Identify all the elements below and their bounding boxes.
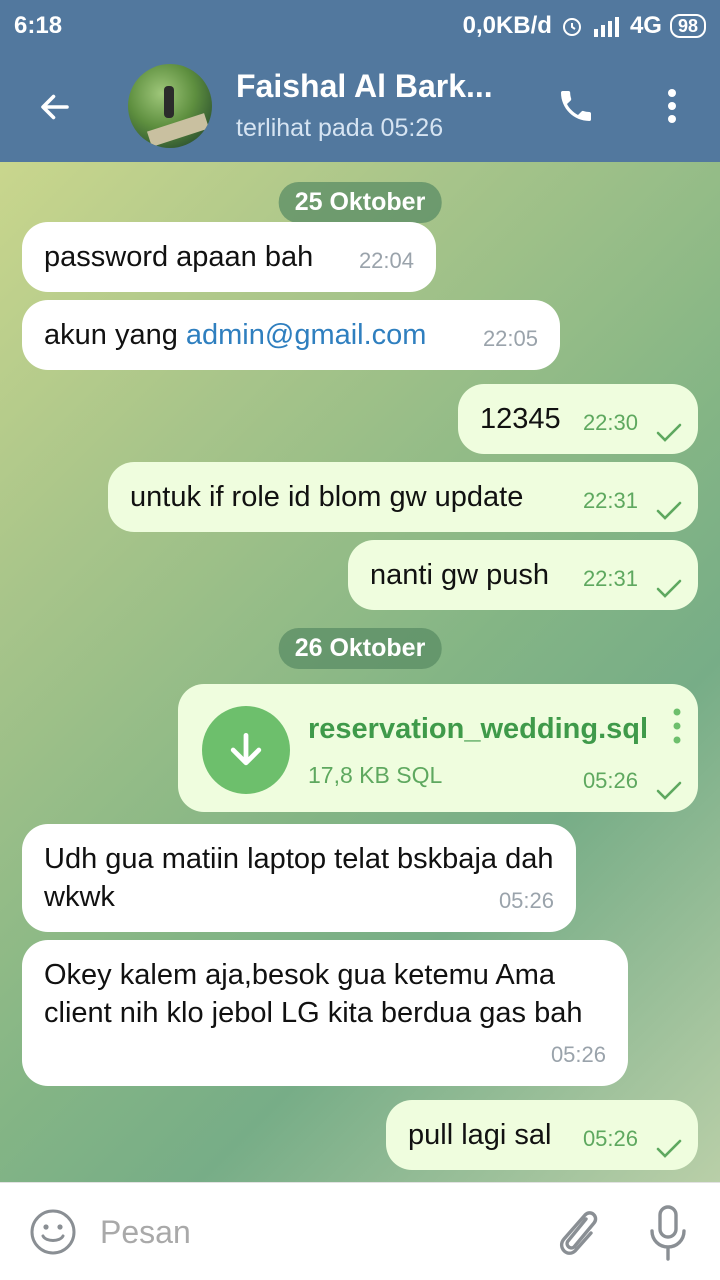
message-time: 22:05 bbox=[482, 326, 538, 351]
sent-check-icon bbox=[656, 579, 682, 598]
message-text: password apaan bah bbox=[44, 241, 314, 273]
message-time: 05:26 bbox=[498, 888, 554, 913]
message-time: 05:26 bbox=[550, 1042, 606, 1067]
chat-header: Faishal Al Bark... terlihat pada 05:26 bbox=[0, 50, 720, 162]
message-bubble-incoming[interactable]: Udh gua matiin laptop telat bskbaja dah … bbox=[22, 824, 576, 932]
message-bubble-outgoing[interactable]: 12345 22:30 bbox=[458, 384, 698, 454]
message-text: nanti gw push bbox=[370, 559, 549, 591]
avatar-person-shape bbox=[164, 86, 174, 118]
data-rate: 0,0KB/d bbox=[462, 12, 552, 39]
contact-avatar[interactable] bbox=[128, 64, 212, 148]
message-bubble-outgoing[interactable]: pull lagi sal 05:26 bbox=[386, 1100, 698, 1170]
emoji-icon[interactable] bbox=[28, 1207, 78, 1257]
message-time: 22:31 bbox=[582, 488, 638, 513]
message-text: Okey kalem aja,besok gua ketemu Ama clie… bbox=[44, 959, 583, 1029]
microphone-icon[interactable] bbox=[646, 1203, 690, 1263]
message-time: 22:31 bbox=[582, 566, 638, 591]
alarm-icon bbox=[562, 18, 581, 36]
message-bubble-outgoing[interactable]: untuk if role id blom gw update 22:31 bbox=[108, 462, 698, 532]
file-name: reservation_wedding.sql bbox=[308, 713, 649, 745]
message-bubble-outgoing[interactable]: nanti gw push 22:31 bbox=[348, 540, 698, 610]
status-indicators: 0,0KB/d 4G 98 bbox=[463, 12, 706, 40]
sent-check-icon bbox=[656, 1139, 682, 1158]
message-text: akun yang bbox=[44, 319, 186, 351]
file-menu-icon[interactable] bbox=[672, 708, 682, 744]
more-options-button[interactable] bbox=[652, 80, 692, 132]
signal-icon bbox=[593, 17, 619, 37]
call-button[interactable] bbox=[550, 80, 602, 132]
network-type: 4G bbox=[629, 12, 662, 39]
email-link[interactable]: admin@gmail.com bbox=[186, 319, 427, 351]
back-arrow-icon bbox=[41, 94, 69, 120]
date-separator: 25 Oktober bbox=[278, 182, 442, 223]
battery-indicator: 98 bbox=[669, 14, 706, 38]
contact-name[interactable]: Faishal Al Bark... bbox=[236, 68, 526, 105]
avatar-path-shape bbox=[146, 113, 210, 147]
message-text: Udh gua matiin laptop telat bskbaja dah … bbox=[44, 843, 554, 913]
download-arrow-icon bbox=[230, 732, 262, 766]
message-bubble-incoming[interactable]: akun yang admin@gmail.com 22:05 bbox=[22, 300, 560, 370]
message-time: 05:26 bbox=[582, 1126, 638, 1151]
message-text: untuk if role id blom gw update bbox=[130, 481, 524, 513]
message-bubble-incoming[interactable]: Okey kalem aja,besok gua ketemu Ama clie… bbox=[22, 940, 628, 1086]
message-input[interactable] bbox=[100, 1209, 520, 1255]
back-button[interactable] bbox=[30, 84, 80, 130]
message-text: 12345 bbox=[480, 403, 561, 435]
status-bar: 6:18 0,0KB/d 4G 98 bbox=[0, 0, 720, 50]
message-text: pull lagi sal bbox=[408, 1119, 552, 1151]
sent-check-icon bbox=[656, 423, 682, 442]
message-bubble-incoming[interactable]: password apaan bah 22:04 bbox=[22, 222, 436, 292]
more-vertical-icon bbox=[668, 89, 676, 123]
message-time: 22:04 bbox=[358, 248, 414, 273]
phone-icon bbox=[561, 91, 591, 121]
sent-check-icon bbox=[656, 501, 682, 520]
status-time: 6:18 bbox=[14, 12, 63, 39]
paperclip-icon[interactable] bbox=[552, 1205, 602, 1261]
file-message-bubble[interactable]: reservation_wedding.sql 17,8 KB SQL 05:2… bbox=[178, 684, 698, 812]
file-size: 17,8 KB SQL bbox=[308, 762, 443, 788]
message-list[interactable]: 25 Oktober password apaan bah 22:04 akun… bbox=[0, 162, 720, 1182]
date-separator: 26 Oktober bbox=[278, 628, 442, 669]
message-time: 05:26 bbox=[582, 768, 638, 793]
message-time: 22:30 bbox=[582, 410, 638, 435]
download-button[interactable] bbox=[202, 706, 290, 794]
sent-check-icon bbox=[656, 781, 682, 800]
message-composer bbox=[0, 1182, 720, 1280]
last-seen-status: terlihat pada 05:26 bbox=[236, 114, 444, 142]
